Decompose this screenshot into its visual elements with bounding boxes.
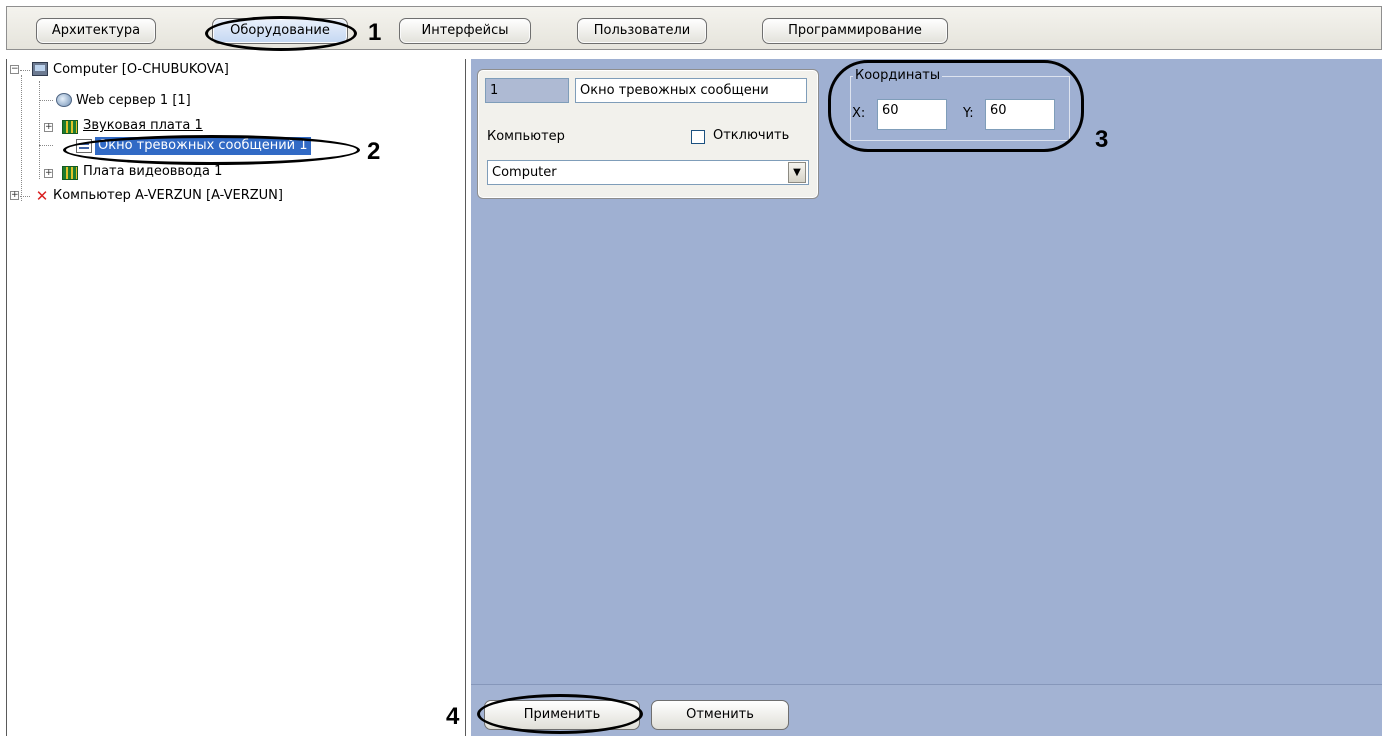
object-settings-box: 1 Окно тревожных сообщени Компьютер Откл… [478, 70, 818, 198]
tree-item-sound-card[interactable]: Звуковая плата 1 [83, 117, 203, 135]
tab-equipment[interactable]: Оборудование [212, 18, 348, 44]
annotation-number-4: 4 [446, 703, 460, 730]
expand-icon[interactable]: + [44, 169, 53, 178]
collapse-icon[interactable]: − [10, 65, 19, 74]
disable-checkbox[interactable] [691, 130, 705, 144]
disconnected-icon: ✕ [35, 187, 49, 205]
computer-select-value: Computer [492, 165, 557, 180]
tab-programming[interactable]: Программирование [762, 18, 948, 44]
computer-select[interactable]: Computer [487, 160, 809, 185]
web-server-icon [56, 93, 72, 107]
tree-line [39, 81, 40, 179]
tab-bar: Архитектура Оборудование Интерфейсы Поль… [6, 6, 1382, 50]
tree-line [39, 100, 53, 101]
tree-item-alarm-window[interactable]: Окно тревожных сообщений 1 [95, 137, 311, 155]
chevron-down-icon[interactable]: ▼ [788, 162, 806, 183]
board-icon [62, 120, 78, 134]
tree-item-video-card[interactable]: Плата видеоввода 1 [83, 163, 222, 181]
y-input[interactable]: 60 [985, 99, 1055, 130]
cancel-button[interactable]: Отменить [651, 700, 789, 730]
object-tree: − Computer [O-CHUBUKOVA] Web сервер 1 [1… [6, 59, 466, 736]
x-input[interactable]: 60 [877, 99, 947, 130]
annotation-number-2: 2 [367, 138, 381, 165]
id-field[interactable]: 1 [485, 78, 569, 103]
tree-line [21, 75, 22, 201]
y-label: Y: [963, 106, 974, 121]
annotation-number-1: 1 [368, 19, 382, 46]
tree-line [20, 70, 30, 71]
tree-item-computer[interactable]: Computer [O-CHUBUKOVA] [53, 61, 229, 79]
tree-item-web-server[interactable]: Web сервер 1 [1] [76, 92, 191, 110]
x-label: X: [852, 106, 866, 121]
computer-icon [32, 62, 48, 76]
coordinates-legend: Координаты [853, 68, 943, 84]
expand-icon[interactable]: + [10, 191, 19, 200]
tree-line [20, 196, 30, 197]
name-field[interactable]: Окно тревожных сообщени [575, 78, 807, 103]
tree-item-remote-computer[interactable]: Компьютер A-VERZUN [A-VERZUN] [53, 187, 283, 205]
computer-label: Компьютер [487, 129, 565, 144]
tab-interfaces[interactable]: Интерфейсы [399, 18, 531, 44]
disable-label: Отключить [713, 128, 790, 143]
annotation-number-3: 3 [1095, 126, 1109, 153]
board-icon [62, 166, 78, 180]
message-window-icon [76, 139, 92, 153]
tab-users[interactable]: Пользователи [577, 18, 707, 44]
expand-icon[interactable]: + [44, 123, 53, 132]
tree-line [39, 145, 53, 146]
apply-button[interactable]: Применить [484, 700, 640, 730]
tab-architecture[interactable]: Архитектура [36, 18, 156, 44]
